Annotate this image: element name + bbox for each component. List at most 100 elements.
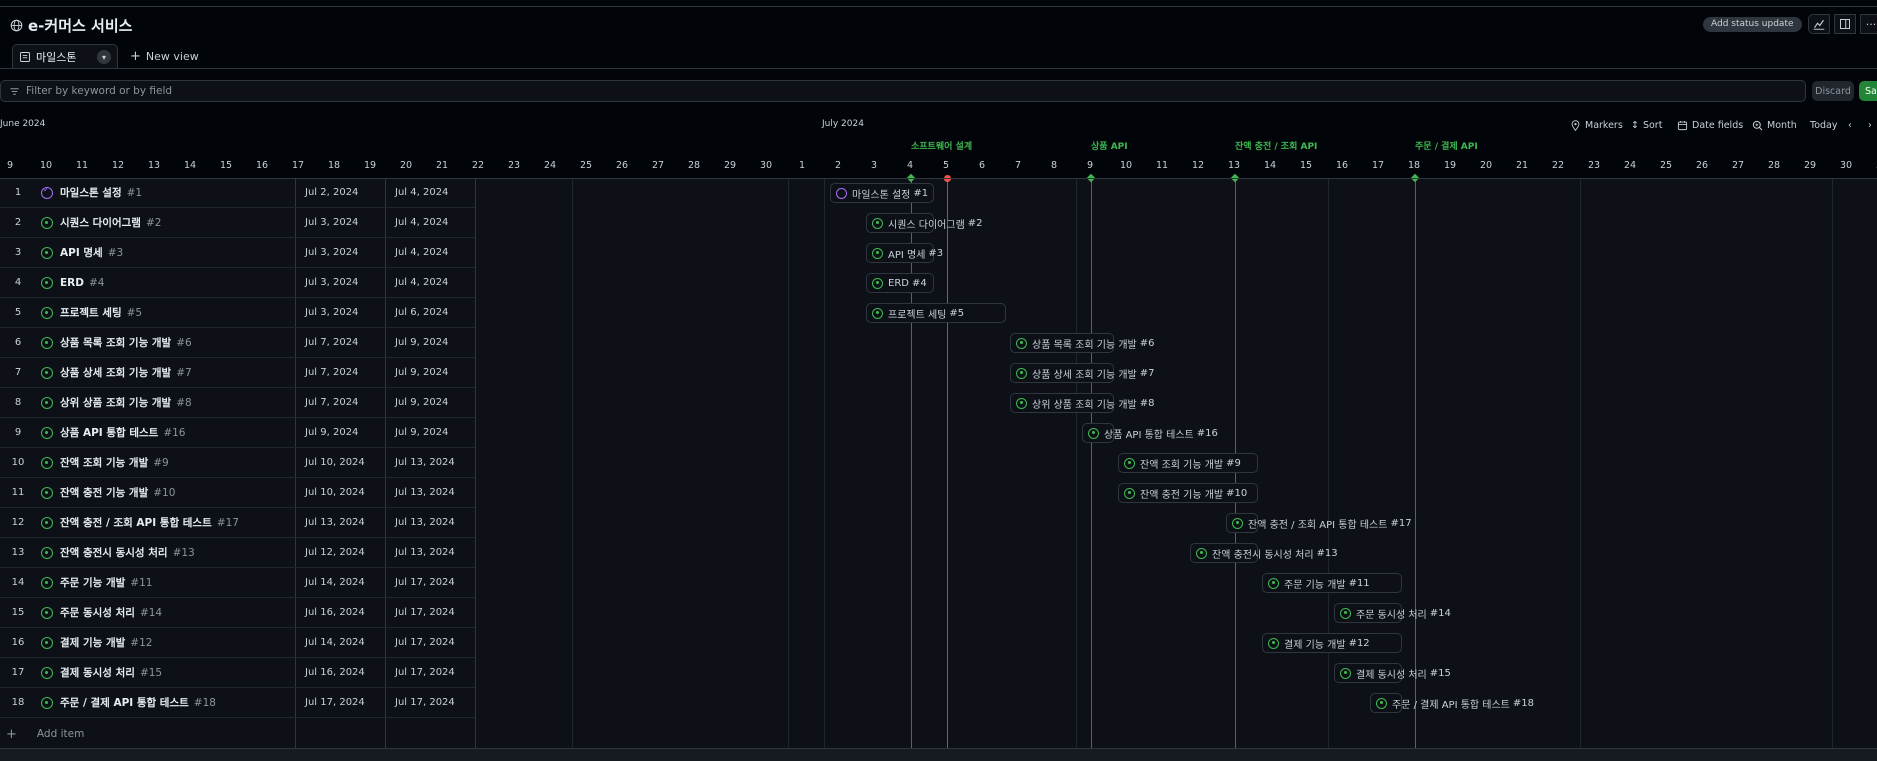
timeline-bar[interactable]: API 명세 #3	[866, 243, 943, 263]
start-date-cell[interactable]: Jul 10, 2024	[305, 448, 365, 478]
item-title[interactable]: 주문 동시성 처리 #14	[60, 598, 162, 628]
end-date-cell[interactable]: Jul 9, 2024	[395, 358, 448, 388]
timeline-bar[interactable]: ERD #4	[866, 273, 934, 293]
start-date-cell[interactable]: Jul 17, 2024	[305, 688, 365, 718]
timeline-bar[interactable]: 주문 동시성 처리 #14	[1334, 603, 1451, 623]
start-date-cell[interactable]: Jul 7, 2024	[305, 358, 358, 388]
item-title[interactable]: 잔액 충전 / 조회 API 통합 테스트 #17	[60, 508, 239, 538]
item-title[interactable]: 잔액 조회 기능 개발 #9	[60, 448, 169, 478]
end-date-cell[interactable]: Jul 4, 2024	[395, 238, 448, 268]
timeline-bar[interactable]: 잔액 충전 기능 개발 #10	[1118, 483, 1258, 503]
table-row[interactable]: 5 프로젝트 세팅 #5 Jul 3, 2024 Jul 6, 2024	[0, 298, 475, 328]
end-date-cell[interactable]: Jul 17, 2024	[395, 688, 455, 718]
previous-button[interactable]: ‹	[1848, 117, 1852, 133]
timeline-bar[interactable]: 결제 기능 개발 #12	[1262, 633, 1402, 653]
item-title[interactable]: 주문 / 결제 API 통합 테스트 #18	[60, 688, 216, 718]
layout-button[interactable]	[1834, 14, 1856, 34]
item-title[interactable]: 상품 API 통합 테스트 #16	[60, 418, 186, 448]
table-row[interactable]: 9 상품 API 통합 테스트 #16 Jul 9, 2024 Jul 9, 2024	[0, 418, 475, 448]
end-date-cell[interactable]: Jul 13, 2024	[395, 538, 455, 568]
timeline-bar[interactable]: 잔액 조회 기능 개발 #9	[1118, 453, 1258, 473]
start-date-cell[interactable]: Jul 3, 2024	[305, 208, 358, 238]
timeline-bar[interactable]: 주문 / 결제 API 통합 테스트 #18	[1370, 693, 1534, 713]
item-title[interactable]: 상위 상품 조회 기능 개발 #8	[60, 388, 192, 418]
item-title[interactable]: 프로젝트 세팅 #5	[60, 298, 142, 328]
today-button[interactable]: Today	[1810, 117, 1837, 133]
end-date-cell[interactable]: Jul 17, 2024	[395, 658, 455, 688]
end-date-cell[interactable]: Jul 4, 2024	[395, 208, 448, 238]
end-date-cell[interactable]: Jul 13, 2024	[395, 508, 455, 538]
item-title[interactable]: ERD #4	[60, 268, 104, 298]
sort-button[interactable]: ↕ Sort	[1631, 117, 1662, 133]
timeline-bar[interactable]: 프로젝트 세팅 #5	[866, 303, 1006, 323]
horizontal-scrollbar[interactable]	[0, 748, 1877, 761]
table-row[interactable]: 18 주문 / 결제 API 통합 테스트 #18 Jul 17, 2024 Jul 1…	[0, 688, 475, 718]
start-date-cell[interactable]: Jul 16, 2024	[305, 658, 365, 688]
tab-milestone[interactable]: 마일스톤 ▾	[12, 44, 118, 69]
next-button[interactable]: ›	[1868, 117, 1872, 133]
discard-button[interactable]: Discard	[1812, 81, 1854, 101]
timeline-bar[interactable]: 잔액 충전 / 조회 API 통합 테스트 #17	[1226, 513, 1412, 533]
start-date-cell[interactable]: Jul 16, 2024	[305, 598, 365, 628]
end-date-cell[interactable]: Jul 6, 2024	[395, 298, 448, 328]
item-title[interactable]: 결제 동시성 처리 #15	[60, 658, 162, 688]
start-date-cell[interactable]: Jul 2, 2024	[305, 178, 358, 208]
item-title[interactable]: 상품 상세 조회 기능 개발 #7	[60, 358, 192, 388]
table-row[interactable]: 10 잔액 조회 기능 개발 #9 Jul 10, 2024 Jul 13, 2024	[0, 448, 475, 478]
table-row[interactable]: 16 결제 기능 개발 #12 Jul 14, 2024 Jul 17, 2024	[0, 628, 475, 658]
table-row[interactable]: 4 ERD #4 Jul 3, 2024 Jul 4, 2024	[0, 268, 475, 298]
start-date-cell[interactable]: Jul 12, 2024	[305, 538, 365, 568]
new-view-button[interactable]: + New view	[130, 48, 199, 64]
end-date-cell[interactable]: Jul 9, 2024	[395, 328, 448, 358]
insights-button[interactable]	[1808, 14, 1830, 34]
table-row[interactable]: 3 API 명세 #3 Jul 3, 2024 Jul 4, 2024	[0, 238, 475, 268]
filter-input[interactable]: Filter by keyword or by field	[0, 80, 1806, 102]
save-button[interactable]: Save	[1859, 81, 1877, 101]
table-row[interactable]: 15 주문 동시성 처리 #14 Jul 16, 2024 Jul 17, 2024	[0, 598, 475, 628]
end-date-cell[interactable]: Jul 17, 2024	[395, 628, 455, 658]
add-item-button[interactable]: + Add item	[0, 720, 475, 748]
timeline-bar[interactable]: 상품 API 통합 테스트 #16	[1082, 423, 1218, 443]
item-title[interactable]: 결제 기능 개발 #12	[60, 628, 152, 658]
table-row[interactable]: 17 결제 동시성 처리 #15 Jul 16, 2024 Jul 17, 2024	[0, 658, 475, 688]
table-row[interactable]: 2 시퀀스 다이어그램 #2 Jul 3, 2024 Jul 4, 2024	[0, 208, 475, 238]
timeline-bar[interactable]: 상위 상품 조회 기능 개발 #8	[1010, 393, 1154, 413]
more-options-button[interactable]: ···	[1860, 14, 1877, 34]
start-date-cell[interactable]: Jul 3, 2024	[305, 238, 358, 268]
timeline-bar[interactable]: 결제 동시성 처리 #15	[1334, 663, 1451, 683]
start-date-cell[interactable]: Jul 3, 2024	[305, 268, 358, 298]
table-row[interactable]: 12 잔액 충전 / 조회 API 통합 테스트 #17 Jul 13, 2024 Ju…	[0, 508, 475, 538]
timeline-bar[interactable]: 마일스톤 설정 #1	[830, 183, 934, 203]
table-row[interactable]: 8 상위 상품 조회 기능 개발 #8 Jul 7, 2024 Jul 9, 2024	[0, 388, 475, 418]
table-row[interactable]: 13 잔액 충전시 동시성 처리 #13 Jul 12, 2024 Jul 13, 20…	[0, 538, 475, 568]
end-date-cell[interactable]: Jul 9, 2024	[395, 388, 448, 418]
start-date-cell[interactable]: Jul 14, 2024	[305, 568, 365, 598]
timeline-bar[interactable]: 상품 목록 조회 기능 개발 #6	[1010, 333, 1154, 353]
add-status-update-button[interactable]: Add status update	[1703, 17, 1802, 32]
start-date-cell[interactable]: Jul 10, 2024	[305, 478, 365, 508]
timeline-bar[interactable]: 상품 상세 조회 기능 개발 #7	[1010, 363, 1154, 383]
end-date-cell[interactable]: Jul 17, 2024	[395, 598, 455, 628]
item-title[interactable]: 마일스톤 설정 #1	[60, 178, 142, 208]
markers-button[interactable]: Markers	[1570, 117, 1623, 133]
end-date-cell[interactable]: Jul 9, 2024	[395, 418, 448, 448]
date-fields-button[interactable]: Date fields	[1677, 117, 1743, 133]
table-row[interactable]: 6 상품 목록 조회 기능 개발 #6 Jul 7, 2024 Jul 9, 2024	[0, 328, 475, 358]
timeline-bar[interactable]: 시퀀스 다이어그램 #2	[866, 213, 983, 233]
end-date-cell[interactable]: Jul 4, 2024	[395, 268, 448, 298]
zoom-button[interactable]: Month	[1752, 117, 1797, 133]
table-row[interactable]: 7 상품 상세 조회 기능 개발 #7 Jul 7, 2024 Jul 9, 2024	[0, 358, 475, 388]
tab-options-button[interactable]: ▾	[97, 50, 111, 64]
start-date-cell[interactable]: Jul 7, 2024	[305, 388, 358, 418]
timeline-bar[interactable]: 잔액 충전시 동시성 처리 #13	[1190, 543, 1338, 563]
table-row[interactable]: 1 ✓ 마일스톤 설정 #1 Jul 2, 2024 Jul 4, 2024	[0, 178, 475, 208]
item-title[interactable]: 잔액 충전 기능 개발 #10	[60, 478, 175, 508]
item-title[interactable]: 주문 기능 개발 #11	[60, 568, 152, 598]
end-date-cell[interactable]: Jul 4, 2024	[395, 178, 448, 208]
item-title[interactable]: 잔액 충전시 동시성 처리 #13	[60, 538, 195, 568]
start-date-cell[interactable]: Jul 14, 2024	[305, 628, 365, 658]
start-date-cell[interactable]: Jul 13, 2024	[305, 508, 365, 538]
item-title[interactable]: 상품 목록 조회 기능 개발 #6	[60, 328, 192, 358]
timeline-bar[interactable]: 주문 기능 개발 #11	[1262, 573, 1402, 593]
start-date-cell[interactable]: Jul 7, 2024	[305, 328, 358, 358]
